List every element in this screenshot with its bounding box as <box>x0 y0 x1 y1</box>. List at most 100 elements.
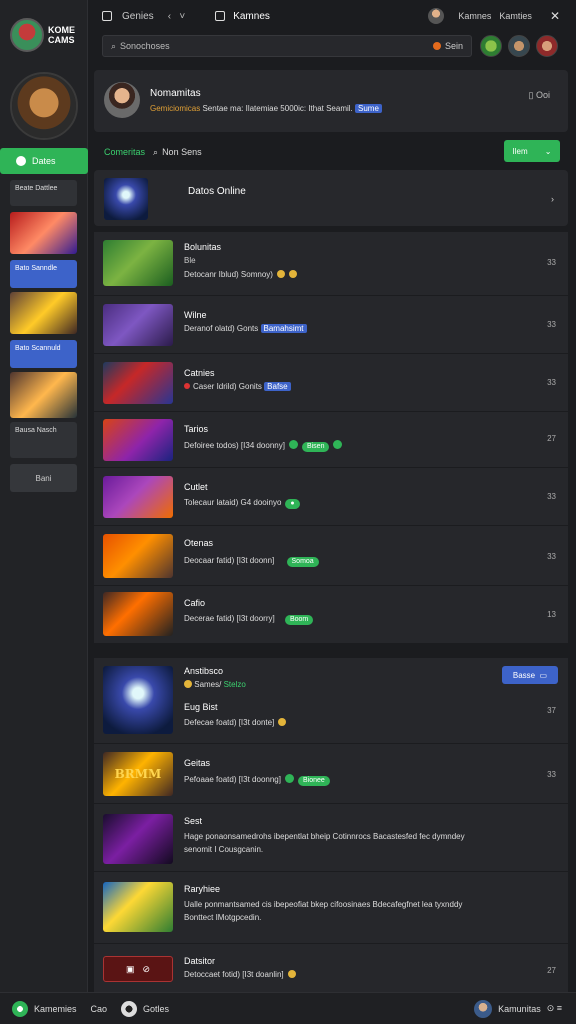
search-icon: ⌕ <box>111 40 117 51</box>
profile-subtitle: Gemiciomicas Sentae ma: Ilatemiae 5000ic… <box>150 104 382 113</box>
sidebar-avatar[interactable] <box>10 72 78 140</box>
sidebar-chip-label: Bato Sanndle <box>15 265 58 272</box>
item-count: 33 <box>547 492 556 501</box>
list-item[interactable]: ▣ ⊘ Datsitor Detoccaet fotid) [I3t doanli… <box>94 944 568 994</box>
game-thumbnail <box>103 476 173 518</box>
sidebar-item-chip-2[interactable]: Bato Sanndle <box>10 260 77 288</box>
search-input[interactable]: ⌕ Sonochoses Sein <box>102 35 472 57</box>
profile-tag: Sume <box>355 104 382 113</box>
item-desc: Decerae fatid) [I3t doorry] Boom <box>184 614 314 625</box>
list-item-featured[interactable]: Anstibsco Sames/ Stelzo Eug Bist Defecae… <box>94 658 568 744</box>
item-title: Catnies <box>184 368 215 378</box>
status-icon <box>333 440 343 449</box>
section-divider <box>94 644 568 658</box>
item-desc: Deocaar fatid) [I3t doonn] Somoa <box>184 556 319 567</box>
item-title: Cafio <box>184 598 206 608</box>
list-item[interactable]: Sest Hage ponaonsamedrohs ibepentlat bhe… <box>94 804 568 872</box>
list-item[interactable]: Tarios Defoiree todos) [I34 doonny] Bisen… <box>94 412 568 468</box>
item-desc: Deranof olatd) Gonts Bamahsimt <box>184 324 307 333</box>
list-item[interactable]: Catnies Caser Idrild) Gonits Bafse 33 <box>94 354 568 412</box>
chevron-down-icon: ⌄ <box>544 146 552 156</box>
profile-more[interactable]: ▯ Ooi <box>529 90 550 101</box>
close-icon[interactable]: ✕ <box>550 9 560 23</box>
coin-icon <box>276 270 285 278</box>
sidebar-item-chip-4[interactable]: Bausa Nasch <box>10 422 77 458</box>
online-card[interactable]: Datos Online › <box>94 170 568 226</box>
page-title: Kamnes <box>215 11 270 22</box>
back-chevron-icon[interactable]: ‹ ˅ <box>168 11 186 22</box>
item-desc: Tolecaur lataid) G4 dooinyo ● <box>184 498 300 509</box>
shield-icon <box>121 1000 138 1017</box>
list-item[interactable]: Otenas Deocaar fatid) [I3t doonn] Somoa … <box>94 526 568 586</box>
item-count: 33 <box>547 258 556 267</box>
user-avatar[interactable] <box>428 8 445 24</box>
item-meta: Ble <box>184 256 196 265</box>
friend-avatar[interactable] <box>536 35 558 57</box>
status-pill: ● <box>285 499 300 509</box>
sidebar-game-thumb-1[interactable] <box>10 212 77 254</box>
friend-avatars <box>480 35 558 57</box>
sidebar-bottom-button[interactable]: Bani <box>10 464 77 492</box>
top-link-a[interactable]: Kamnes <box>458 11 491 21</box>
game-thumbnail: BRMM <box>103 752 173 796</box>
brand-logo-icon <box>10 18 44 52</box>
footer-gotles[interactable]: Gotles <box>121 1000 169 1017</box>
search-filter[interactable]: Sein <box>432 41 463 51</box>
item-title: Cutlet <box>184 482 208 492</box>
brand-line-1: KOME <box>48 25 75 35</box>
page-title-text: Kamnes <box>233 10 270 22</box>
sidebar-item-label: Dates <box>32 156 56 166</box>
filter-search-icon[interactable]: ⌕ <box>153 147 158 158</box>
top-bar-right: Kamnes Kamties ✕ <box>428 8 560 24</box>
list-item[interactable]: Cafio Decerae fatid) [I3t doorry] Boom 1… <box>94 586 568 644</box>
window-icon <box>102 11 112 21</box>
settings-icon[interactable]: ⊙ ≡ <box>547 1003 562 1014</box>
list-item[interactable]: BRMM Geitas Pefoaae foatd) [I3t doonng] B… <box>94 744 568 804</box>
footer-home[interactable]: Kamemies <box>12 1000 77 1017</box>
top-link-b[interactable]: Kamties <box>499 11 532 21</box>
coin-icon <box>184 680 192 688</box>
brand[interactable]: KOME CAMS <box>10 18 88 52</box>
list-item[interactable]: Wilne Deranof olatd) Gonts Bamahsimt 33 <box>94 296 568 354</box>
game-thumbnail <box>103 666 173 734</box>
filter-dropdown-button[interactable]: Ilem ⌄ <box>504 140 560 162</box>
footer-cao[interactable]: Cao <box>91 1004 108 1014</box>
friend-avatar[interactable] <box>508 35 530 57</box>
game-thumbnail <box>103 419 173 461</box>
profile-card[interactable]: Nomamitas Gemiciomicas Sentae ma: Ilatem… <box>94 70 568 132</box>
chevron-right-icon[interactable]: › <box>551 194 554 204</box>
join-button[interactable]: Basse ▭ <box>502 666 558 684</box>
item-count: 33 <box>547 552 556 561</box>
friend-avatar[interactable] <box>480 35 502 57</box>
section-title[interactable]: Genies <box>122 11 154 22</box>
item-title: Raryhiee <box>184 884 221 894</box>
item-title: Otenas <box>184 538 214 548</box>
play-icon: ▣ <box>125 963 135 974</box>
item-desc: Detocanr Iblud) Somnoy) <box>184 270 297 279</box>
sidebar-chip-label: Bato Scannuld <box>15 345 61 352</box>
item-title: Datsitor <box>184 956 216 966</box>
coin-icon <box>278 718 287 726</box>
item-title: Geitas <box>184 758 211 768</box>
list-item[interactable]: Cutlet Tolecaur lataid) G4 dooinyo ● 33 <box>94 468 568 526</box>
sidebar-item-active[interactable]: Dates <box>0 148 88 174</box>
item-desc: Detoccaet fotid) [I3t doanlin] <box>184 970 296 979</box>
page-icon <box>215 11 226 21</box>
item-desc: Caser Idrild) Gonits Bafse <box>184 382 291 391</box>
list-item[interactable]: Raryhiee Ualle ponmantsamed cis ibepeofi… <box>94 872 568 944</box>
item-title: Sest <box>184 816 203 826</box>
online-title: Datos Online <box>188 186 246 197</box>
footer-bar: Kamemies Cao Gotles Kamunitas ⊙ ≡ <box>0 992 576 1024</box>
filter-non-sens[interactable]: Non Sens <box>162 147 202 157</box>
footer-user[interactable]: Kamunitas ⊙ ≡ <box>474 999 562 1018</box>
game-list: Bolunitas Ble Detocanr Iblud) Somnoy) 33… <box>94 232 568 994</box>
sidebar-item-chip-3[interactable]: Bato Scannuld <box>10 340 77 368</box>
status-icon <box>288 440 298 449</box>
item-count: 37 <box>547 706 556 715</box>
sidebar-game-thumb-2[interactable] <box>10 292 77 334</box>
filter-comments[interactable]: Comeritas <box>104 147 145 157</box>
list-item[interactable]: Bolunitas Ble Detocanr Iblud) Somnoy) 33 <box>94 232 568 296</box>
sidebar-game-thumb-3[interactable] <box>10 372 77 418</box>
sidebar-item-chip-1[interactable]: Beate Dattlee <box>10 180 77 206</box>
game-thumbnail <box>103 362 173 404</box>
